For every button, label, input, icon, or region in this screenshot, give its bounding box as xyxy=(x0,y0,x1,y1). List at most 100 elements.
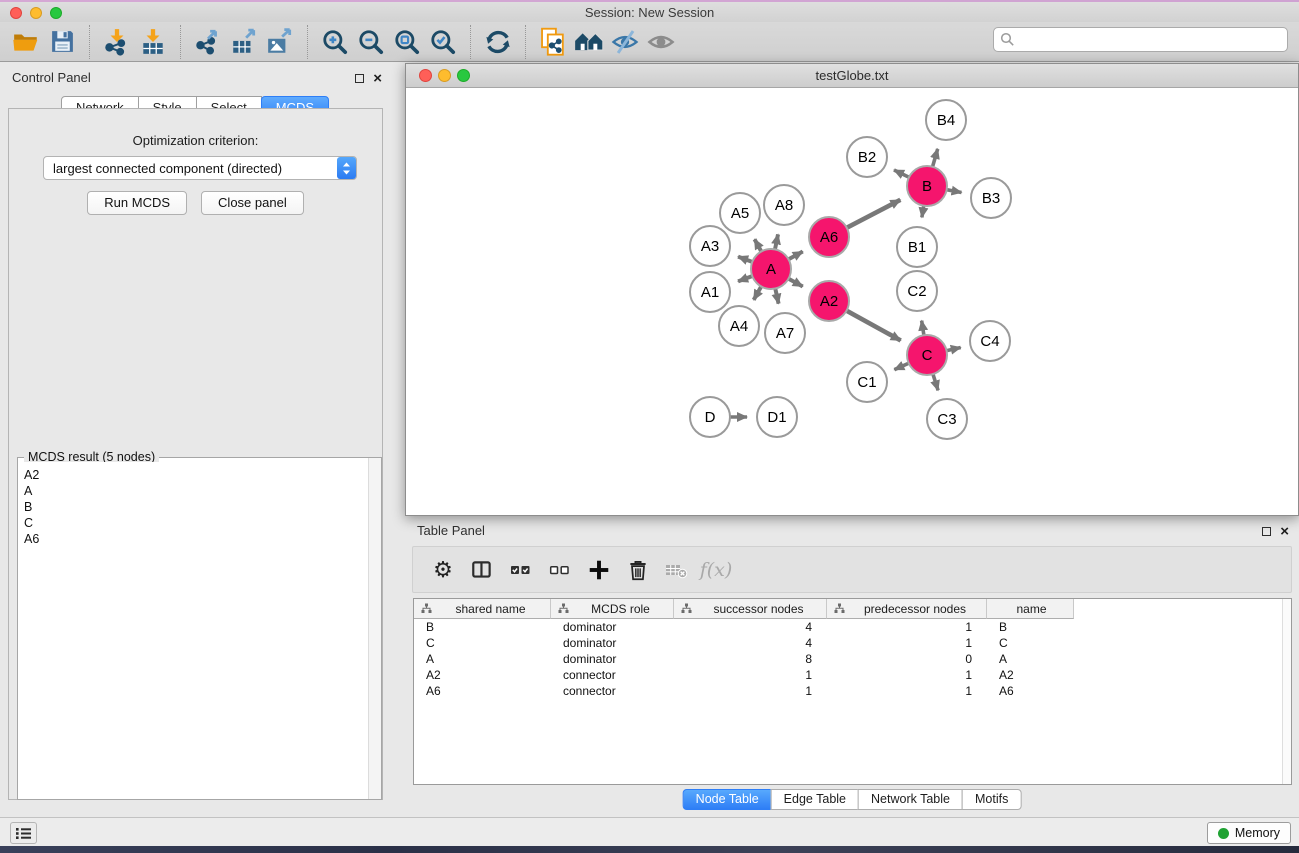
search-input[interactable] xyxy=(1015,30,1287,50)
delete-column-button[interactable] xyxy=(622,554,654,586)
eye-slash-icon xyxy=(610,27,640,57)
tab-network-table[interactable]: Network Table xyxy=(858,789,963,810)
import-table-button[interactable] xyxy=(135,25,171,59)
zoom-out-button[interactable] xyxy=(353,25,389,59)
cell-predecessor-nodes: 1 xyxy=(827,619,987,635)
network-canvas[interactable]: AA1A2A3A4A5A6A7A8BB1B2B3B4CC1C2C3C4DD1 xyxy=(406,88,1298,515)
close-table-panel-button[interactable]: × xyxy=(1280,527,1289,537)
cell-successor-nodes: 1 xyxy=(674,667,827,683)
new-network-from-selection-button[interactable] xyxy=(535,25,571,59)
open-folder-icon xyxy=(12,28,40,56)
run-mcds-button[interactable]: Run MCDS xyxy=(87,191,187,215)
cell-mcds-role: connector xyxy=(551,667,674,683)
edge-B-B4[interactable] xyxy=(932,149,938,169)
graph-node-label-D1: D1 xyxy=(767,409,786,426)
network-view-window: testGlobe.txt AA1A2A3A4A5A6A7A8BB1B2B3B4… xyxy=(405,63,1299,516)
search-field[interactable] xyxy=(993,27,1288,52)
table-toolbar: ⚙ xyxy=(412,546,1292,593)
cell-mcds-role: dominator xyxy=(551,619,674,635)
import-network-button[interactable] xyxy=(99,25,135,59)
graph-node-label-A: A xyxy=(766,261,776,278)
open-session-button[interactable] xyxy=(8,25,44,59)
shared-column-icon xyxy=(421,603,432,614)
edge-A2-C[interactable] xyxy=(845,310,901,341)
save-session-button[interactable] xyxy=(44,25,80,59)
zoom-out-icon xyxy=(357,28,385,56)
table-row[interactable]: Adominator80A xyxy=(414,651,1291,667)
cell-predecessor-nodes: 1 xyxy=(827,635,987,651)
window-title: Session: New Session xyxy=(0,5,1299,20)
column-browser-icon xyxy=(470,558,494,582)
criterion-selected-value: largest connected component (directed) xyxy=(44,161,337,176)
graph-node-label-B4: B4 xyxy=(937,112,955,129)
table-row[interactable]: A2connector11A2 xyxy=(414,667,1291,683)
table-scrollbar[interactable] xyxy=(1282,599,1291,784)
zoom-selected-button[interactable] xyxy=(425,25,461,59)
cell-mcds-role: dominator xyxy=(551,635,674,651)
close-panel-button[interactable]: Close panel xyxy=(201,191,304,215)
create-new-column-button[interactable] xyxy=(583,554,615,586)
cell-successor-nodes: 4 xyxy=(674,635,827,651)
tab-node-table[interactable]: Node Table xyxy=(683,789,772,810)
checked-boxes-icon xyxy=(508,557,534,583)
zoom-fit-button[interactable] xyxy=(389,25,425,59)
table-row[interactable]: Cdominator41C xyxy=(414,635,1291,651)
zoom-fit-icon xyxy=(393,28,421,56)
export-network-button[interactable] xyxy=(190,25,226,59)
select-all-columns-button[interactable] xyxy=(505,554,537,586)
hide-graphics-details-button[interactable] xyxy=(607,25,643,59)
cell-name: B xyxy=(987,619,1074,635)
close-panel-icon-button[interactable]: × xyxy=(373,74,382,84)
cell-shared-name: C xyxy=(414,635,551,651)
graph-node-label-B: B xyxy=(922,178,932,195)
column-header-name[interactable]: name xyxy=(987,599,1074,619)
table-delete-icon xyxy=(664,557,690,583)
column-header-label: shared name xyxy=(435,602,546,616)
houses-icon xyxy=(574,27,604,57)
tab-motifs[interactable]: Motifs xyxy=(962,789,1021,810)
column-header-shared-name[interactable]: shared name xyxy=(414,599,551,619)
table-row[interactable]: A6connector11A6 xyxy=(414,683,1291,699)
optimization-criterion-label: Optimization criterion: xyxy=(9,133,382,148)
edge-A6-B[interactable] xyxy=(845,200,900,229)
zoom-in-button[interactable] xyxy=(317,25,353,59)
home-button[interactable] xyxy=(571,25,607,59)
table-row[interactable]: Bdominator41B xyxy=(414,619,1291,635)
memory-button[interactable]: Memory xyxy=(1207,822,1291,844)
function-builder-button[interactable]: f(x) xyxy=(700,554,732,586)
graph-node-label-C1: C1 xyxy=(857,374,876,391)
cell-shared-name: A6 xyxy=(414,683,551,699)
graph-node-label-A4: A4 xyxy=(730,318,748,335)
gear-icon: ⚙ xyxy=(433,555,453,585)
column-header-label: successor nodes xyxy=(695,602,822,616)
network-window-title: testGlobe.txt xyxy=(406,68,1298,83)
shared-column-icon xyxy=(558,603,569,614)
deselect-all-columns-button[interactable] xyxy=(544,554,576,586)
apply-layout-button[interactable] xyxy=(480,25,516,59)
graph-node-label-B1: B1 xyxy=(908,239,926,256)
table-body: Bdominator41BCdominator41CAdominator80AA… xyxy=(414,619,1291,699)
show-graphics-details-button[interactable] xyxy=(643,25,679,59)
tab-edge-table[interactable]: Edge Table xyxy=(771,789,859,810)
delete-table-button[interactable] xyxy=(661,554,693,586)
cell-successor-nodes: 4 xyxy=(674,619,827,635)
result-scrollbar[interactable] xyxy=(368,458,381,799)
float-panel-button[interactable] xyxy=(355,70,364,88)
float-table-panel-button[interactable] xyxy=(1262,523,1271,541)
export-table-button[interactable] xyxy=(226,25,262,59)
cell-mcds-role: connector xyxy=(551,683,674,699)
export-image-icon xyxy=(266,28,294,56)
refresh-icon xyxy=(484,28,512,56)
column-header-successor-nodes[interactable]: successor nodes xyxy=(674,599,827,619)
graph-node-label-D: D xyxy=(705,409,716,426)
show-panels-menu-button[interactable] xyxy=(10,822,37,844)
column-browser-button[interactable] xyxy=(466,554,498,586)
export-image-button[interactable] xyxy=(262,25,298,59)
criterion-select[interactable]: largest connected component (directed) xyxy=(43,156,357,180)
graph-node-label-B2: B2 xyxy=(858,149,876,166)
column-header-predecessor-nodes[interactable]: predecessor nodes xyxy=(827,599,987,619)
column-header-label: name xyxy=(994,602,1069,616)
column-header-mcds-role[interactable]: MCDS role xyxy=(551,599,674,619)
table-settings-button[interactable]: ⚙ xyxy=(427,554,459,586)
mcds-result-list: A2ABCA6 xyxy=(19,462,367,798)
